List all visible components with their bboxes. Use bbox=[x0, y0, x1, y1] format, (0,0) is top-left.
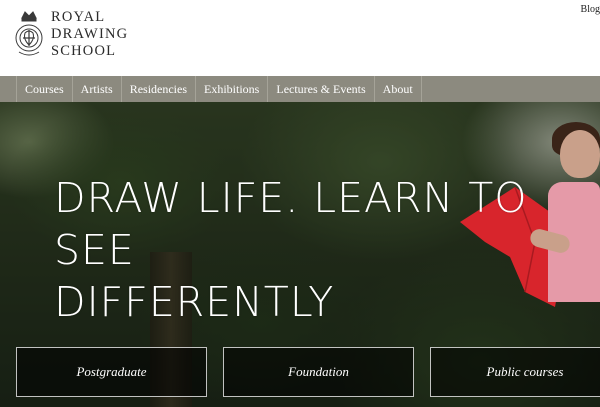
logo-wordmark: ROYAL DRAWING SCHOOL bbox=[51, 9, 128, 60]
foundation-button[interactable]: Foundation bbox=[223, 347, 414, 397]
nav-item-residencies[interactable]: Residencies bbox=[122, 76, 197, 102]
blog-link[interactable]: Blog bbox=[581, 4, 600, 15]
nav-item-artists[interactable]: Artists bbox=[73, 76, 122, 102]
nav-item-lectures-events[interactable]: Lectures & Events bbox=[268, 76, 375, 102]
woman-face bbox=[560, 130, 600, 178]
hero-heading: DRAW LIFE. LEARN TO SEE DIFFERENTLY bbox=[54, 172, 594, 328]
logo-line-school: SCHOOL bbox=[51, 42, 117, 59]
hero-heading-line-1: DRAW LIFE. LEARN TO SEE bbox=[54, 174, 528, 274]
royal-crest-icon bbox=[15, 11, 43, 56]
logo-line-drawing: DRAWING bbox=[51, 25, 129, 42]
hero-heading-line-2: DIFFERENTLY bbox=[54, 278, 335, 326]
hero-banner: DRAW LIFE. LEARN TO SEE DIFFERENTLY Post… bbox=[0, 102, 600, 407]
main-nav: Courses Artists Residencies Exhibitions … bbox=[16, 76, 422, 102]
nav-item-courses[interactable]: Courses bbox=[17, 76, 73, 102]
main-nav-bar: Courses Artists Residencies Exhibitions … bbox=[0, 76, 600, 102]
site-header: ROYAL DRAWING SCHOOL Blog bbox=[0, 0, 600, 76]
public-courses-button[interactable]: Public courses bbox=[430, 347, 600, 397]
postgraduate-button[interactable]: Postgraduate bbox=[16, 347, 207, 397]
site-logo[interactable]: ROYAL DRAWING SCHOOL bbox=[14, 6, 134, 62]
logo-line-royal: ROYAL bbox=[51, 8, 106, 25]
nav-item-exhibitions[interactable]: Exhibitions bbox=[196, 76, 269, 102]
nav-item-about[interactable]: About bbox=[375, 76, 422, 102]
